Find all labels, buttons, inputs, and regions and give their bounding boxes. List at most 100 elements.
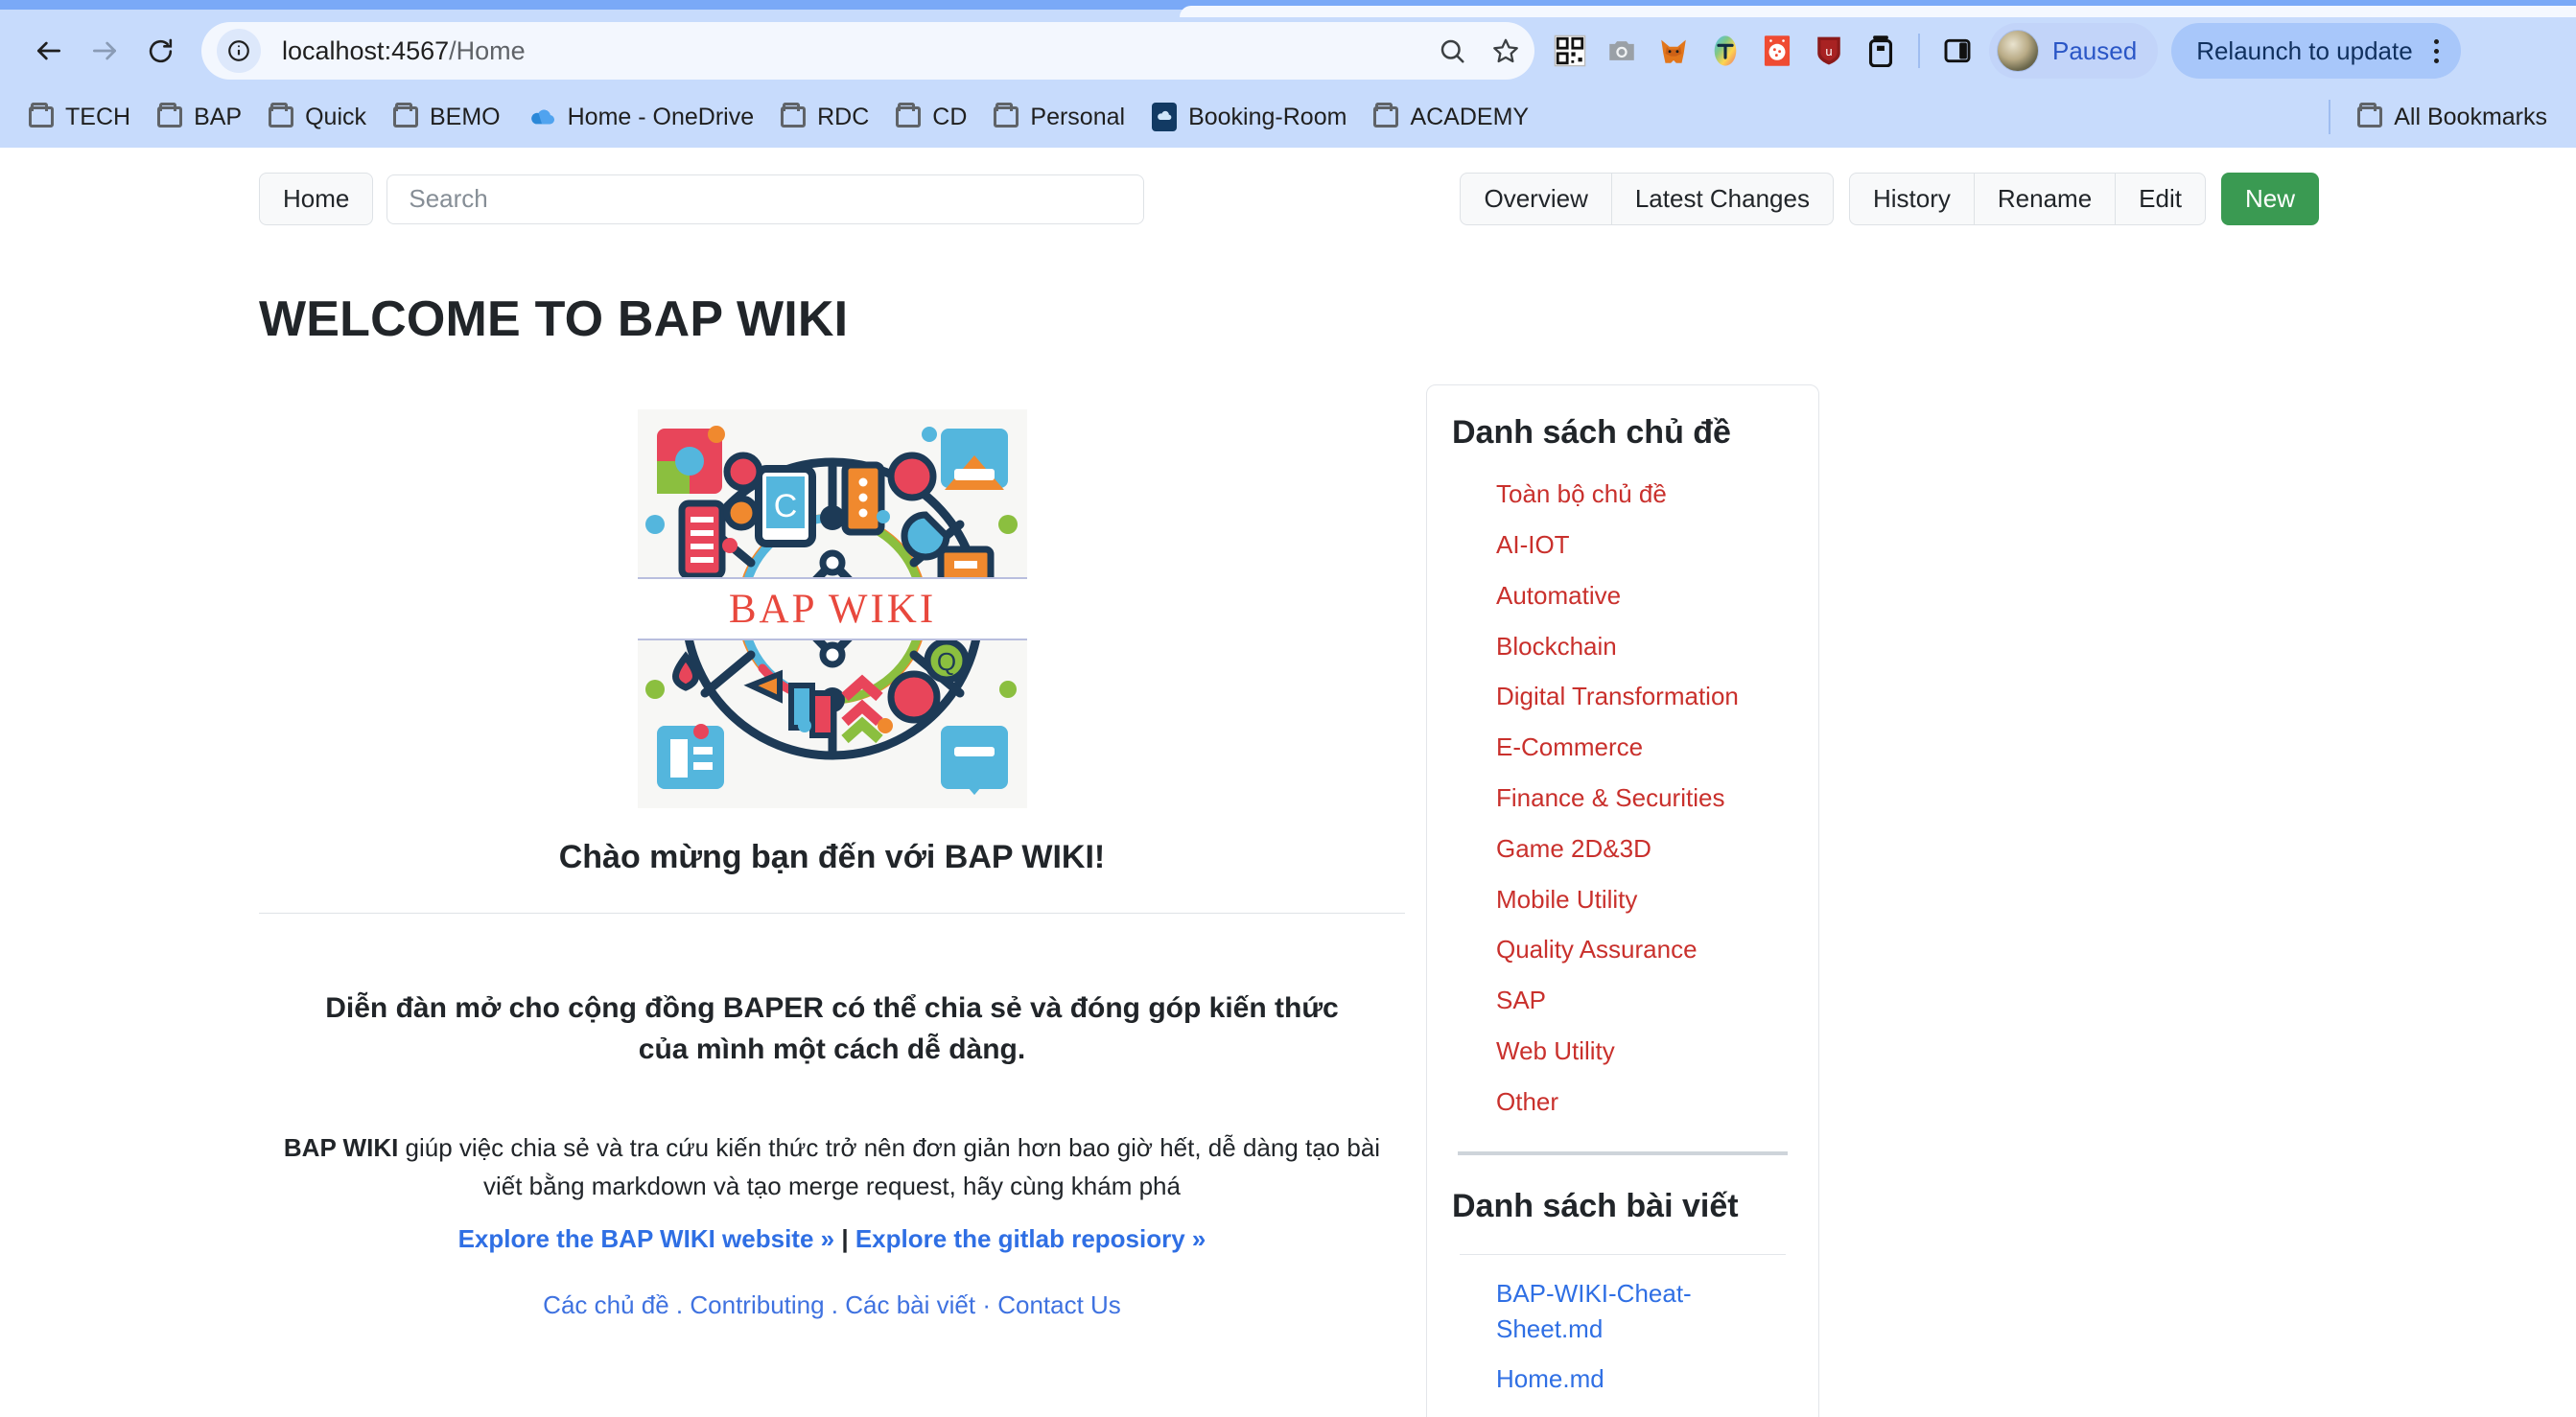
bookmarks-right-group: All Bookmarks	[2329, 96, 2561, 139]
bitwarden-icon[interactable]	[1855, 25, 1907, 77]
bookmark-label: Quick	[305, 104, 366, 131]
article-link-sonarqube[interactable]: Quality Assurance/sonarqube/SonarQube-ho…	[1496, 1411, 1882, 1417]
three-dot-menu-icon[interactable]	[2421, 30, 2453, 72]
list-item: Blockchain	[1496, 631, 1793, 663]
article-link-home-md[interactable]: Home.md	[1496, 1361, 1604, 1398]
latest-changes-button[interactable]: Latest Changes	[1612, 173, 1834, 225]
bookmark-item-home-onedrive[interactable]: Home - OneDrive	[514, 96, 768, 139]
avatar	[1997, 30, 2039, 72]
history-button[interactable]: History	[1849, 173, 1975, 225]
topic-link-game-2d-3d[interactable]: Game 2D&3D	[1496, 834, 1651, 863]
description-paragraph: BAP WIKI giúp việc chia sẻ và tra cứu ki…	[263, 1129, 1401, 1205]
list-item: Web Utility	[1496, 1035, 1793, 1068]
site-info-button[interactable]	[217, 29, 261, 73]
relaunch-to-update-button[interactable]: Relaunch to update	[2171, 23, 2461, 79]
forward-arrow-icon	[89, 35, 120, 66]
reload-icon	[146, 36, 176, 66]
folder-icon	[157, 106, 182, 128]
wiki-actions: Overview Latest Changes History Rename E…	[1460, 173, 2319, 225]
topic-link-ai-iot[interactable]: AI-IOT	[1496, 530, 1570, 559]
grammarly-icon[interactable]	[1699, 25, 1751, 77]
bookmark-star-icon[interactable]	[1481, 26, 1531, 76]
search-icon[interactable]	[1427, 26, 1477, 76]
new-button[interactable]: New	[2221, 173, 2319, 225]
info-circle-icon	[226, 38, 251, 63]
back-button[interactable]	[21, 23, 77, 79]
topic-link-web-utility[interactable]: Web Utility	[1496, 1036, 1615, 1065]
bookmark-item-rdc[interactable]: RDC	[767, 96, 882, 139]
profile-button[interactable]: Paused	[1989, 23, 2158, 79]
bookmark-item-bemo[interactable]: BEMO	[380, 96, 514, 139]
rename-button[interactable]: Rename	[1975, 173, 2116, 225]
profile-status-label: Paused	[2052, 36, 2137, 66]
address-bar[interactable]: localhost:4567/Home	[201, 22, 1534, 80]
all-bookmarks-button[interactable]: All Bookmarks	[2344, 96, 2561, 139]
list-item: Quality Assurance	[1496, 934, 1793, 966]
topic-link-toan-bo-chu-de[interactable]: Toàn bộ chủ đề	[1496, 479, 1667, 508]
footer-link-contact-us[interactable]: Contact Us	[997, 1290, 1121, 1319]
svg-text:u: u	[1825, 44, 1832, 58]
topic-link-quality-assurance[interactable]: Quality Assurance	[1496, 935, 1698, 964]
folder-icon	[1373, 106, 1398, 128]
list-item: Quality Assurance/sonarqube/SonarQube-ho…	[1496, 1411, 1793, 1417]
extension-toolbar: u	[1544, 25, 1983, 77]
camera-icon[interactable]	[1596, 25, 1648, 77]
svg-text:BAP WIKI: BAP WIKI	[728, 587, 935, 632]
explore-website-link[interactable]: Explore the BAP WIKI website »	[458, 1224, 835, 1253]
topic-link-digital-transformation[interactable]: Digital Transformation	[1496, 682, 1739, 710]
edit-button[interactable]: Edit	[2116, 173, 2206, 225]
list-item: E-Commerce	[1496, 732, 1793, 764]
content-container: Home Search Overview Latest Changes Hist…	[257, 148, 2319, 1417]
bookmark-item-bap[interactable]: BAP	[144, 96, 255, 139]
folder-icon	[2357, 106, 2382, 128]
content-divider	[259, 913, 1405, 914]
bookmark-item-cd[interactable]: CD	[882, 96, 980, 139]
topic-link-mobile-utility[interactable]: Mobile Utility	[1496, 885, 1637, 914]
bookmark-item-academy[interactable]: ACADEMY	[1360, 96, 1542, 139]
svg-text:C: C	[773, 488, 797, 524]
qr-code-icon[interactable]	[1544, 25, 1596, 77]
all-bookmarks-label: All Bookmarks	[2394, 104, 2547, 131]
bookmark-item-tech[interactable]: TECH	[15, 96, 144, 139]
search-input[interactable]: Search	[386, 174, 1144, 224]
bookmark-item-personal[interactable]: Personal	[980, 96, 1138, 139]
topic-link-sap[interactable]: SAP	[1496, 986, 1546, 1014]
list-item: SAP	[1496, 985, 1793, 1017]
page-title: WELCOME TO BAP WIKI	[259, 290, 2319, 348]
reload-button[interactable]	[132, 23, 188, 79]
bookmark-item-quick[interactable]: Quick	[255, 96, 380, 139]
bookmark-label: Booking-Room	[1188, 104, 1347, 131]
article-link-cheat-sheet[interactable]: BAP-WIKI-Cheat-Sheet.md	[1496, 1276, 1793, 1348]
bookmark-label: RDC	[817, 104, 869, 131]
folder-icon	[393, 106, 418, 128]
explore-gitlab-link[interactable]: Explore the gitlab reposiory »	[855, 1224, 1206, 1253]
home-button[interactable]: Home	[259, 173, 373, 225]
topic-link-e-commerce[interactable]: E-Commerce	[1496, 732, 1643, 761]
side-panel-icon[interactable]	[1932, 25, 1983, 77]
browser-toolbar: localhost:4567/Home	[0, 10, 2576, 92]
list-item: AI-IOT	[1496, 529, 1793, 562]
footer-link-cac-bai-viet[interactable]: Các bài viết	[845, 1290, 975, 1319]
description-bold: BAP WIKI	[284, 1133, 398, 1162]
list-item: Digital Transformation	[1496, 681, 1793, 713]
ublock-origin-icon[interactable]: u	[1803, 25, 1855, 77]
bookmark-item-booking-room[interactable]: Booking-Room	[1138, 95, 1360, 139]
footer-sep-3: ·	[975, 1290, 997, 1319]
footer-link-cac-chu-de[interactable]: Các chủ đề	[543, 1290, 669, 1319]
topic-link-automative[interactable]: Automative	[1496, 581, 1621, 610]
list-item: BAP-WIKI-Cheat-Sheet.md	[1496, 1276, 1793, 1348]
footer-link-contributing[interactable]: Contributing	[690, 1290, 824, 1319]
topics-list: Toàn bộ chủ đề AI-IOT Automative Blockch…	[1452, 478, 1793, 1118]
cookie-icon[interactable]	[1751, 25, 1803, 77]
forward-button[interactable]	[77, 23, 132, 79]
topic-link-blockchain[interactable]: Blockchain	[1496, 632, 1617, 661]
topic-link-finance-securities[interactable]: Finance & Securities	[1496, 783, 1724, 812]
back-arrow-icon	[34, 35, 64, 66]
list-item: Home.md	[1496, 1361, 1793, 1398]
metamask-fox-icon[interactable]	[1648, 25, 1699, 77]
folder-icon	[994, 106, 1019, 128]
overview-button[interactable]: Overview	[1460, 173, 1611, 225]
topic-link-other[interactable]: Other	[1496, 1087, 1558, 1116]
sidebar-column: Danh sách chủ đề Toàn bộ chủ đề AI-IOT A…	[1426, 348, 1819, 1417]
list-item: Toàn bộ chủ đề	[1496, 478, 1793, 511]
